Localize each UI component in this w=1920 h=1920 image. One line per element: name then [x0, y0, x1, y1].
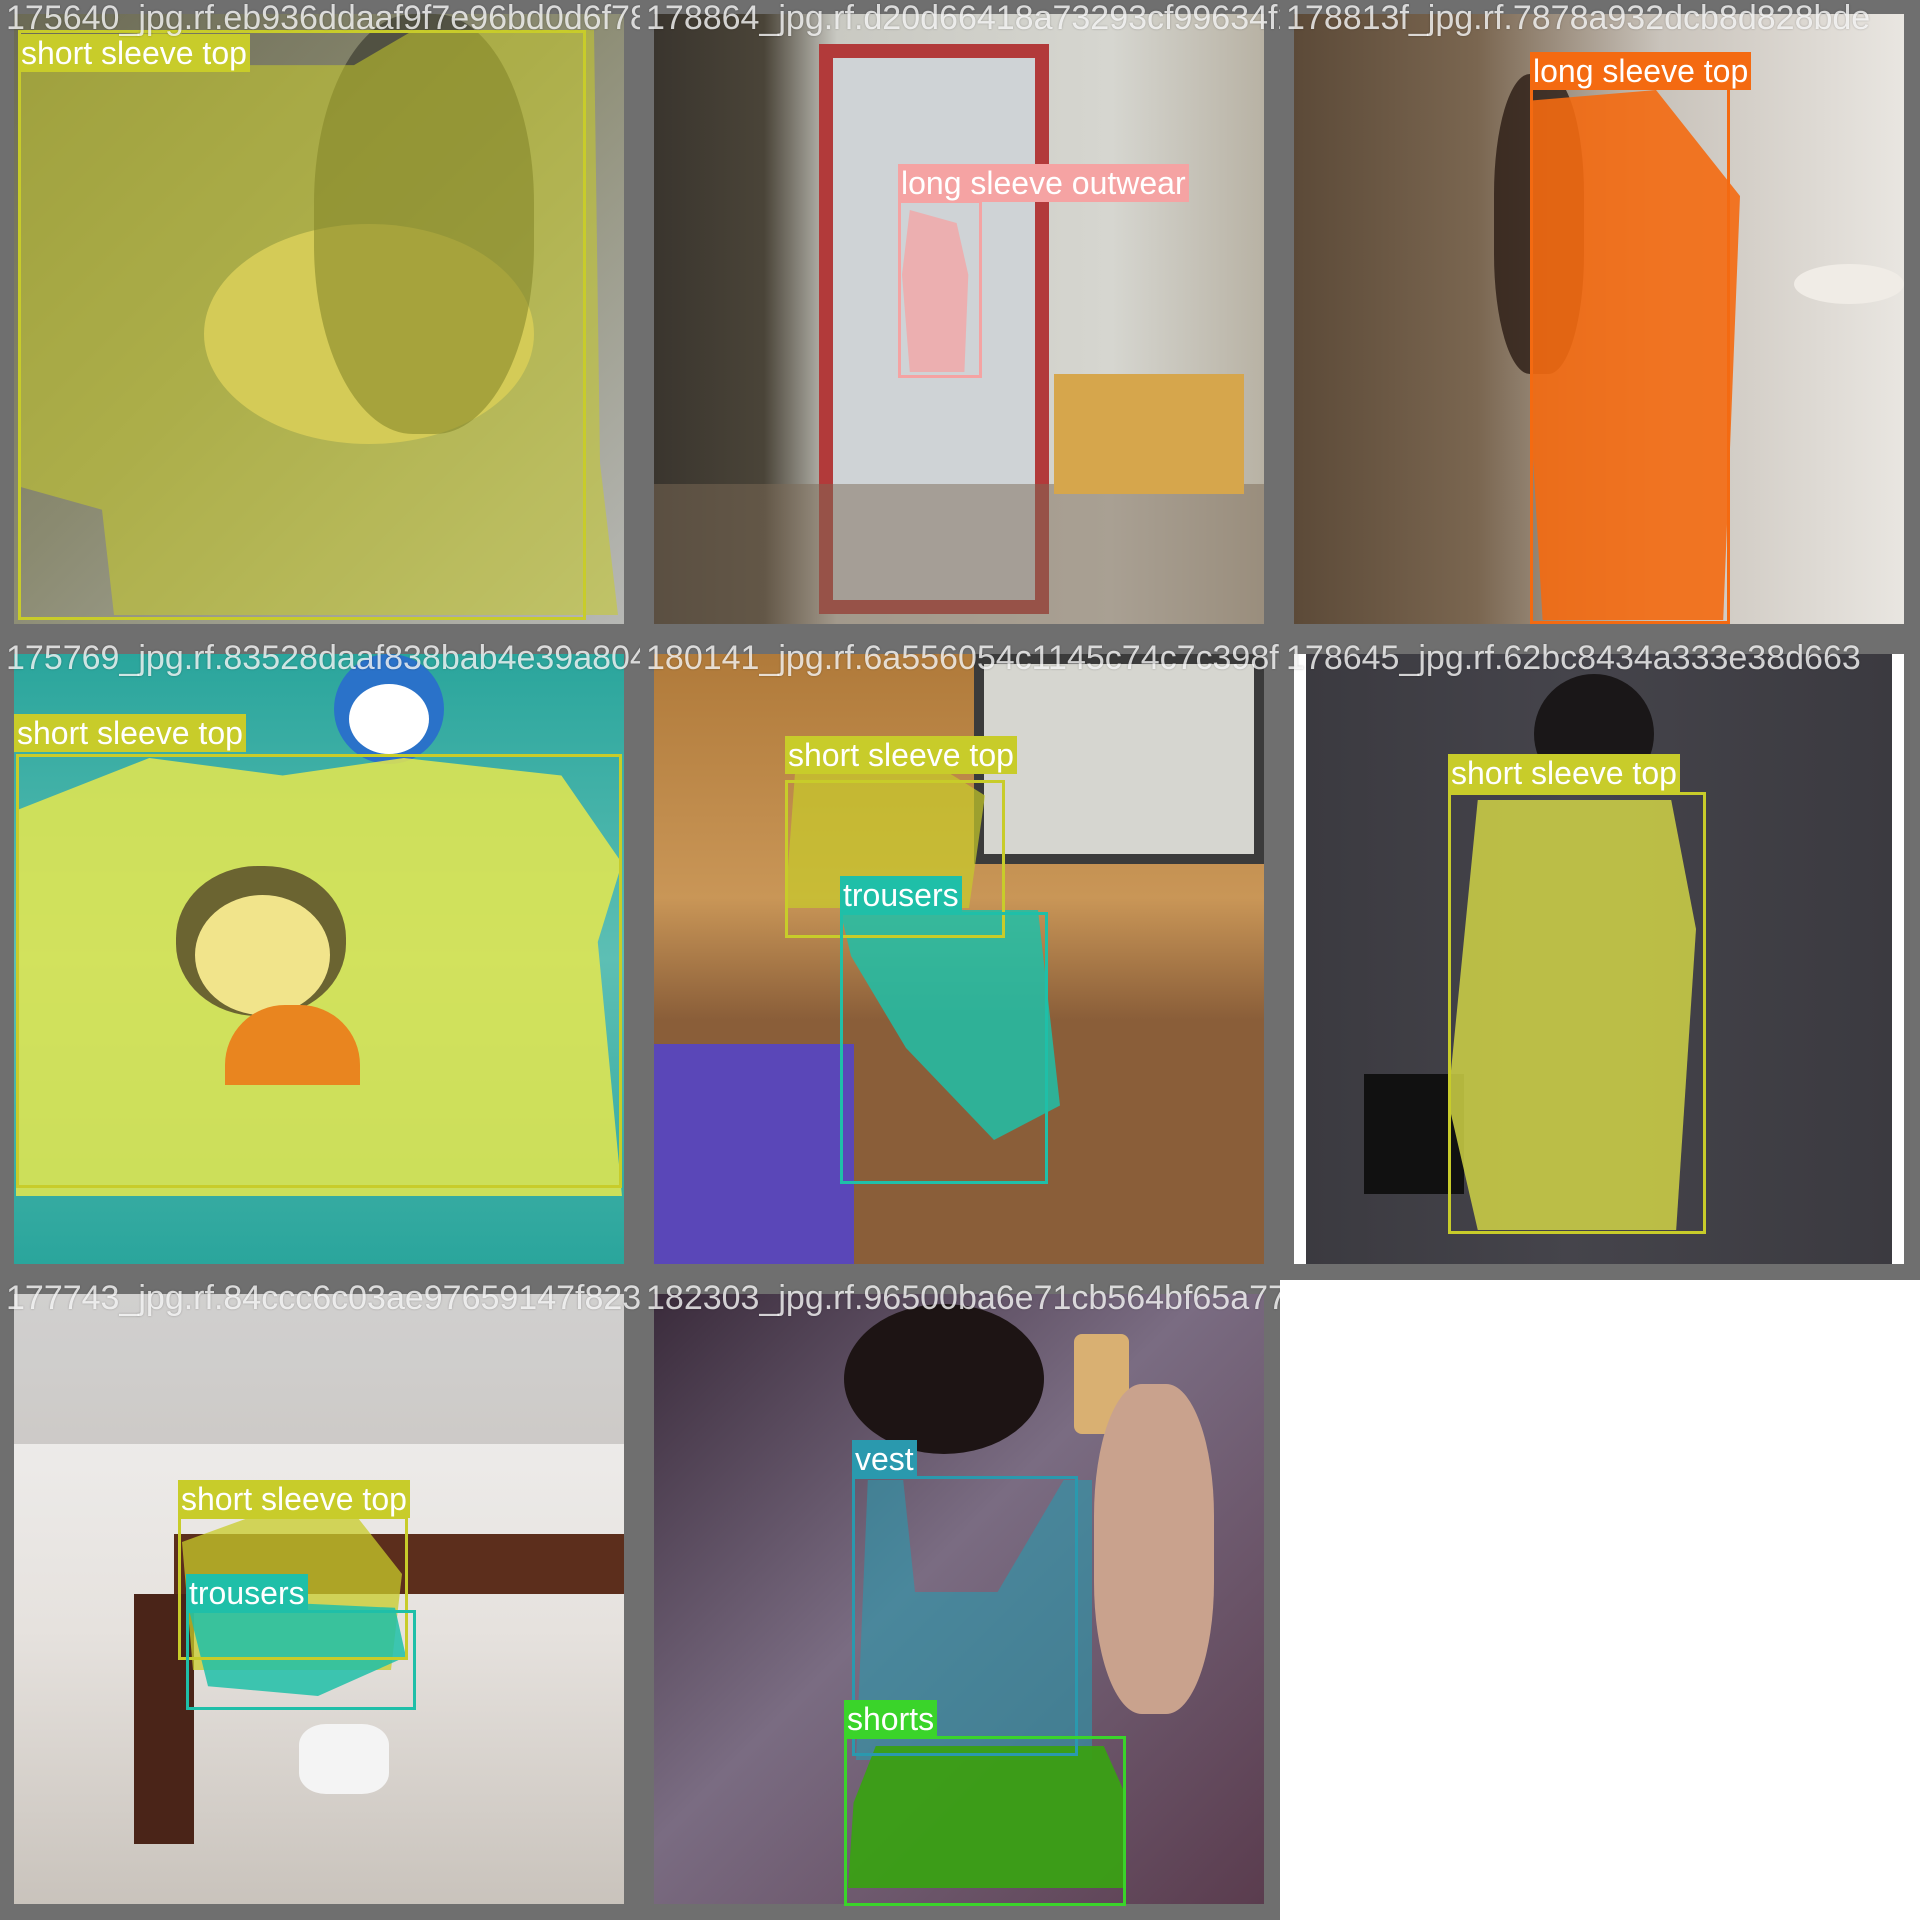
bounding-box-short-sleeve-top	[18, 30, 586, 620]
mosaic-tile: short sleeve top trousers 180141_jpg.rf.…	[640, 640, 1280, 1280]
bounding-box-trousers	[186, 1610, 416, 1710]
bounding-box-short-sleeve-top	[16, 754, 622, 1188]
cabinet	[1054, 374, 1244, 494]
class-label: trousers	[186, 1574, 308, 1612]
bounding-box-long-sleeve-top	[1530, 86, 1730, 624]
mosaic-tile: short sleeve top trousers 177743_jpg.rf.…	[0, 1280, 640, 1920]
bounding-box-trousers	[840, 912, 1048, 1184]
mosaic-tile: vest shorts 182303_jpg.rf.96500ba6e71cb5…	[640, 1280, 1280, 1920]
class-label: short sleeve top	[1448, 754, 1680, 792]
mosaic-tile: long sleeve top 178813f_jpg.rf.7878a932d…	[1280, 0, 1920, 640]
tile-filename: 180141_jpg.rf.6a556054c1145c74c7c398f644…	[646, 640, 1280, 677]
floor	[654, 484, 1264, 624]
empty-tile	[1280, 1280, 1920, 1920]
class-label: short sleeve top	[14, 714, 246, 752]
class-label: trousers	[840, 876, 962, 914]
bounding-box-shorts	[844, 1736, 1126, 1906]
bounding-box-short-sleeve-top	[1448, 792, 1706, 1234]
white-shoes	[299, 1724, 389, 1794]
window	[974, 654, 1264, 864]
tile-filename: 182303_jpg.rf.96500ba6e71cb564bf65a7722f	[646, 1280, 1280, 1317]
purple-cloth	[654, 1044, 854, 1264]
class-label: short sleeve top	[18, 34, 250, 72]
tile-filename: 175640_jpg.rf.eb936ddaaf9f7e96bd0d6f7886…	[6, 0, 640, 37]
mosaic-tile: short sleeve top 178645_jpg.rf.62bc8434a…	[1280, 640, 1920, 1280]
class-label: shorts	[844, 1700, 938, 1738]
class-label: short sleeve top	[785, 736, 1017, 774]
doraemon-face	[349, 684, 429, 754]
mosaic-tile: short sleeve top 175640_jpg.rf.eb936ddaa…	[0, 0, 640, 640]
hair-shape	[844, 1304, 1044, 1454]
table	[1794, 264, 1904, 304]
tile-filename: 177743_jpg.rf.84ccc6c03ae97659147f82303	[6, 1280, 640, 1317]
detection-mosaic: short sleeve top 175640_jpg.rf.eb936ddaa…	[0, 0, 1920, 1920]
mosaic-tile: short sleeve top 175769_jpg.rf.83528daaf…	[0, 640, 640, 1280]
tile-filename: 178645_jpg.rf.62bc8434a333e38d663	[1286, 640, 1861, 677]
class-label: vest	[852, 1440, 917, 1478]
mosaic-tile: long sleeve outwear 178864_jpg.rf.d20d66…	[640, 0, 1280, 640]
bounding-box-long-sleeve-outwear	[898, 200, 982, 378]
class-label: long sleeve top	[1530, 52, 1752, 90]
class-label: long sleeve outwear	[898, 164, 1189, 202]
arm-skin	[1094, 1384, 1214, 1714]
tile-filename: 178864_jpg.rf.d20d66418a73293cf99634f2f3	[646, 0, 1280, 37]
tile-filename: 178813f_jpg.rf.7878a932dcb8d828bde	[1286, 0, 1871, 37]
class-label: short sleeve top	[178, 1480, 410, 1518]
tile-filename: 175769_jpg.rf.83528daaf838bab4e39a804f43	[6, 640, 640, 677]
